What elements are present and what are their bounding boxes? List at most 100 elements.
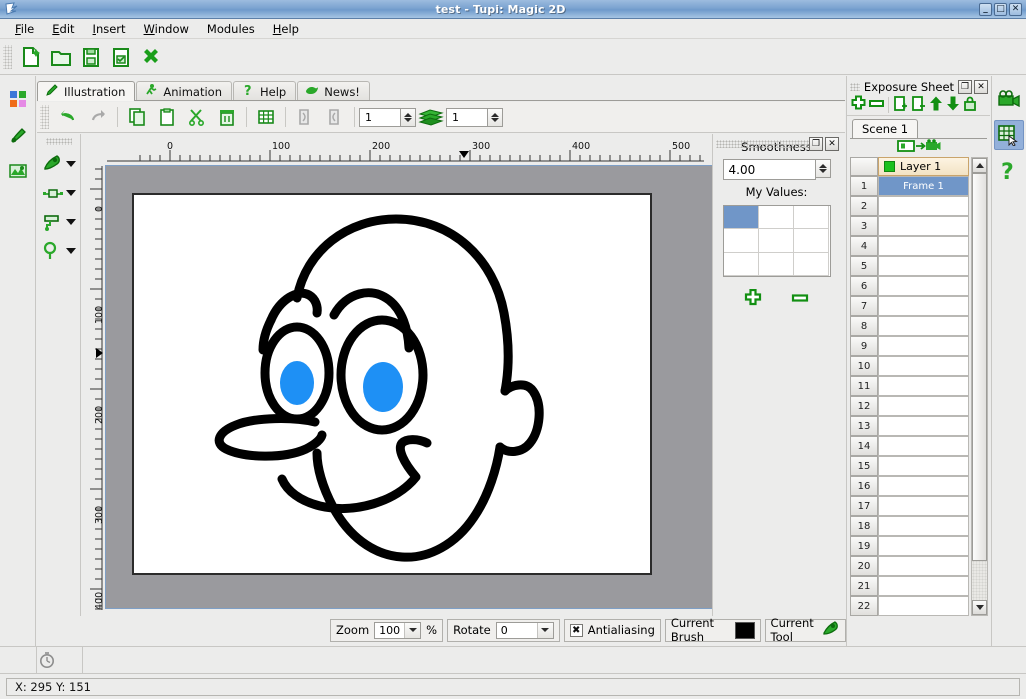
frame-cell[interactable] xyxy=(878,536,969,556)
frame-cell[interactable] xyxy=(878,376,969,396)
frame-number[interactable]: 4 xyxy=(850,236,878,256)
selection-tool-dropdown[interactable] xyxy=(66,190,76,196)
move-down-icon[interactable] xyxy=(945,95,961,115)
menu-file[interactable]: File xyxy=(6,20,43,38)
frame-cell[interactable] xyxy=(878,316,969,336)
frame-number[interactable]: 17 xyxy=(850,496,878,516)
remove-frame-icon[interactable] xyxy=(868,95,885,115)
frame-number[interactable]: 13 xyxy=(850,416,878,436)
tool-palette-grip[interactable] xyxy=(46,138,72,145)
scroll-down-button[interactable] xyxy=(972,600,987,615)
exposure-float-button[interactable]: ❐ xyxy=(958,80,972,94)
tab-news[interactable]: News! xyxy=(297,81,370,101)
exposure-close-button[interactable]: ✕ xyxy=(974,80,988,94)
tab-help[interactable]: ? Help xyxy=(233,81,296,101)
frame-row[interactable]: 19 xyxy=(850,536,969,556)
frame-cell-selected[interactable]: Frame 1 xyxy=(878,176,969,196)
fill-tool-dropdown[interactable] xyxy=(66,219,76,225)
frame-cell[interactable] xyxy=(878,496,969,516)
frame-cell[interactable] xyxy=(878,216,969,236)
zoom-tool-dropdown[interactable] xyxy=(66,248,76,254)
help-icon[interactable]: ? xyxy=(994,156,1024,186)
value-cell-0-2[interactable] xyxy=(794,206,829,229)
frame-number[interactable]: 12 xyxy=(850,396,878,416)
onion-prev-arrows[interactable] xyxy=(401,108,416,127)
canvas-viewport[interactable] xyxy=(105,165,713,609)
frame-row[interactable]: 4 xyxy=(850,236,969,256)
redo-icon[interactable] xyxy=(83,102,113,132)
exposure-panel-grip[interactable] xyxy=(850,83,860,91)
frame-cell[interactable] xyxy=(878,356,969,376)
frame-cell[interactable] xyxy=(878,516,969,536)
frame-row[interactable]: 17 xyxy=(850,496,969,516)
frame-cell[interactable] xyxy=(878,596,969,616)
paste-icon[interactable] xyxy=(152,102,182,132)
timer-icon[interactable] xyxy=(34,649,60,671)
smoothness-value[interactable]: 4.00 xyxy=(723,159,816,180)
rotate-combobox[interactable]: 0 xyxy=(496,622,554,639)
frame-row[interactable]: 14 xyxy=(850,436,969,456)
frame-number[interactable]: 21 xyxy=(850,576,878,596)
antialiasing-group[interactable]: ✖ Antialiasing xyxy=(564,619,661,642)
delete-icon[interactable] xyxy=(212,102,242,132)
frame-number[interactable]: 22 xyxy=(850,596,878,616)
value-cell-2-2[interactable] xyxy=(794,253,829,276)
horizontal-ruler[interactable]: 0 100 200 300 400 500 xyxy=(104,140,710,164)
spin-up-arrow[interactable] xyxy=(404,113,412,117)
frame-number[interactable]: 7 xyxy=(850,296,878,316)
frame-row[interactable]: 20 xyxy=(850,556,969,576)
frame-row[interactable]: 8 xyxy=(850,316,969,336)
onion-prev-value[interactable]: 1 xyxy=(359,108,401,127)
library-module-icon[interactable] xyxy=(4,158,32,184)
frame-cell[interactable] xyxy=(878,256,969,276)
drawing-page[interactable] xyxy=(132,193,652,575)
move-up-icon[interactable] xyxy=(928,95,944,115)
zoom-combobox[interactable]: 100 xyxy=(374,622,421,639)
spin-up-arrow-2[interactable] xyxy=(491,113,499,117)
value-cell-0-0[interactable] xyxy=(724,206,759,229)
frame-row[interactable]: 21 xyxy=(850,576,969,596)
layer-header[interactable]: Layer 1 xyxy=(878,157,969,176)
current-brush-swatch[interactable] xyxy=(735,622,755,639)
zoom-tool[interactable] xyxy=(37,236,81,265)
frame-number[interactable]: 5 xyxy=(850,256,878,276)
menu-edit[interactable]: Edit xyxy=(43,20,83,38)
frame-row[interactable]: 16 xyxy=(850,476,969,496)
onion-prev-spinbox[interactable]: 1 xyxy=(359,108,416,127)
frame-row[interactable]: 3 xyxy=(850,216,969,236)
antialiasing-checkbox[interactable]: ✖ xyxy=(570,624,583,637)
scroll-up-button[interactable] xyxy=(972,158,987,173)
scene-tab[interactable]: Scene 1 xyxy=(852,119,918,138)
frame-number[interactable]: 2 xyxy=(850,196,878,216)
toolbar-grip[interactable] xyxy=(3,45,12,69)
frame-cell[interactable] xyxy=(878,556,969,576)
menu-help[interactable]: Help xyxy=(264,20,308,38)
frame-row[interactable]: 6 xyxy=(850,276,969,296)
frame-row[interactable]: 12 xyxy=(850,396,969,416)
frame-row[interactable]: 10 xyxy=(850,356,969,376)
close-project-icon[interactable] xyxy=(136,42,166,72)
save-as-icon[interactable] xyxy=(106,42,136,72)
frame-cell[interactable] xyxy=(878,476,969,496)
value-cell-2-0[interactable] xyxy=(724,253,759,276)
onion-next-spinbox[interactable]: 1 xyxy=(446,108,503,127)
exposure-sheet-icon[interactable] xyxy=(994,120,1024,150)
frame-number[interactable]: 8 xyxy=(850,316,878,336)
lock-layer-icon[interactable] xyxy=(962,95,978,115)
frame-number[interactable]: 11 xyxy=(850,376,878,396)
value-cell-2-1[interactable] xyxy=(759,253,794,276)
illustration-toolbar-grip[interactable] xyxy=(40,105,49,129)
current-tool-group[interactable]: Current Tool xyxy=(765,619,846,642)
onion-skin-icon[interactable] xyxy=(416,102,446,132)
smoothness-up-arrow[interactable] xyxy=(819,164,827,168)
tab-animation[interactable]: Animation xyxy=(136,81,232,101)
frame-number[interactable]: 3 xyxy=(850,216,878,236)
frame-number[interactable]: 15 xyxy=(850,456,878,476)
ungroup-icon[interactable] xyxy=(320,102,350,132)
zoom-value[interactable]: 100 xyxy=(375,624,404,637)
frame-cell[interactable] xyxy=(878,396,969,416)
add-value-button[interactable] xyxy=(744,289,762,310)
zoom-chevron-down-icon[interactable] xyxy=(404,623,420,638)
rotate-chevron-down-icon[interactable] xyxy=(537,623,553,638)
frame-number[interactable]: 18 xyxy=(850,516,878,536)
